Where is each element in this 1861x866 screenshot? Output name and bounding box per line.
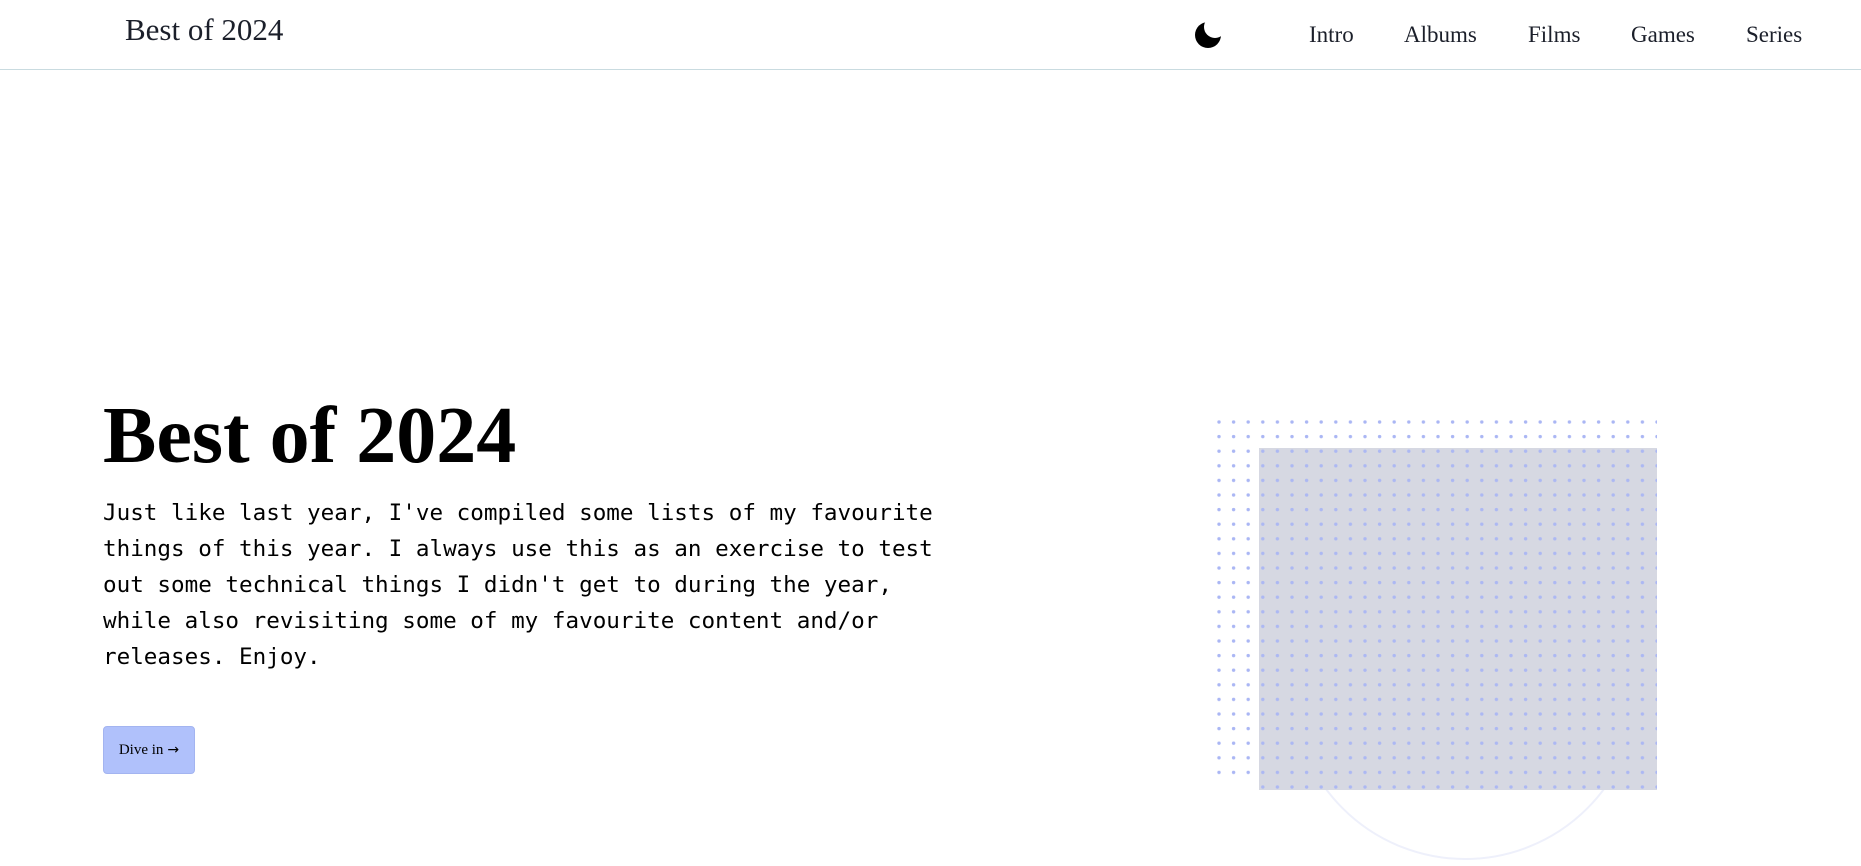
nav-link-intro[interactable]: Intro — [1309, 22, 1354, 48]
dot-grid-front — [1259, 448, 1657, 790]
site-header: Best of 2024 Intro Albums Films Games Se… — [0, 0, 1861, 70]
dive-in-label: Dive in — [118, 741, 164, 758]
arrow-right-icon: → — [167, 742, 180, 758]
hero-title: Best of 2024 — [103, 392, 517, 480]
dive-in-button[interactable]: Dive in → — [103, 726, 195, 774]
main-nav: Intro Albums Films Games Series — [0, 22, 1861, 52]
nav-link-series[interactable]: Series — [1746, 22, 1802, 48]
nav-link-films[interactable]: Films — [1528, 22, 1580, 48]
hero-intro-text: Just like last year, I've compiled some … — [103, 500, 933, 670]
nav-link-albums[interactable]: Albums — [1404, 22, 1477, 48]
nav-link-games[interactable]: Games — [1631, 22, 1695, 48]
hero-illustration — [1215, 418, 1695, 866]
